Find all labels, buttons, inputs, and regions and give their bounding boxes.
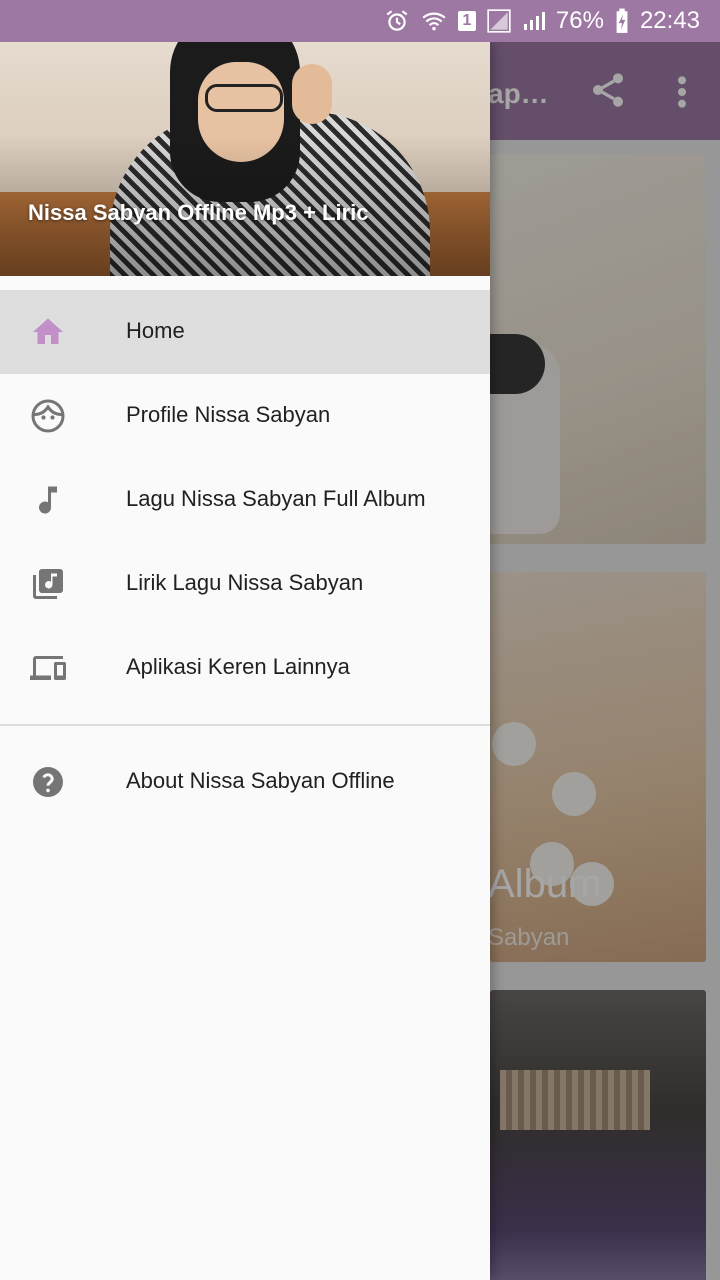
- drawer-item-label: Lagu Nissa Sabyan Full Album: [126, 486, 426, 511]
- drawer-item-about[interactable]: About Nissa Sabyan Offline: [0, 740, 490, 824]
- battery-percent: 76%: [555, 7, 604, 34]
- navigation-drawer: Nissa Sabyan Offline Mp3 + Liric Home Pr…: [0, 42, 490, 1280]
- wifi-icon: [422, 12, 446, 31]
- drawer-item-label: Home: [126, 318, 185, 343]
- drawer-item-lyrics[interactable]: Lirik Lagu Nissa Sabyan: [0, 542, 490, 626]
- status-bar: 1 76% 22:43: [0, 0, 720, 42]
- help-icon: [33, 767, 63, 797]
- sim-badge: 1: [457, 11, 476, 31]
- drawer-header-title: Nissa Sabyan Offline Mp3 + Liric: [28, 200, 369, 225]
- drawer-item-label: Lirik Lagu Nissa Sabyan: [126, 570, 364, 595]
- drawer-item-other-apps[interactable]: Aplikasi Keren Lainnya: [0, 626, 490, 710]
- drawer-item-profile[interactable]: Profile Nissa Sabyan: [0, 374, 490, 458]
- drawer-menu: Home Profile Nissa Sabyan Lagu Nissa Sab…: [0, 290, 490, 710]
- clock: 22:43: [639, 7, 700, 34]
- signal-sim1-icon: [487, 9, 511, 33]
- music-note-icon: [39, 486, 57, 514]
- devices-icon: [30, 656, 66, 680]
- drawer-item-full-album[interactable]: Lagu Nissa Sabyan Full Album: [0, 458, 490, 542]
- header-photo-shade: [0, 42, 490, 276]
- drawer-about-section: About Nissa Sabyan Offline: [0, 740, 490, 824]
- drawer-item-home[interactable]: Home: [0, 290, 490, 374]
- face-icon: [31, 399, 65, 433]
- signal-sim2-icon: [523, 12, 545, 30]
- library-music-icon: [33, 569, 63, 599]
- battery-charging-icon: [616, 8, 628, 33]
- drawer-header: Nissa Sabyan Offline Mp3 + Liric: [0, 42, 490, 276]
- drawer-item-label: Profile Nissa Sabyan: [126, 402, 331, 427]
- drawer-item-label: Aplikasi Keren Lainnya: [126, 654, 350, 679]
- home-icon: [33, 318, 63, 344]
- drawer-divider: [0, 724, 490, 726]
- drawer-item-label: About Nissa Sabyan Offline: [126, 768, 395, 793]
- alarm-icon: [386, 10, 408, 31]
